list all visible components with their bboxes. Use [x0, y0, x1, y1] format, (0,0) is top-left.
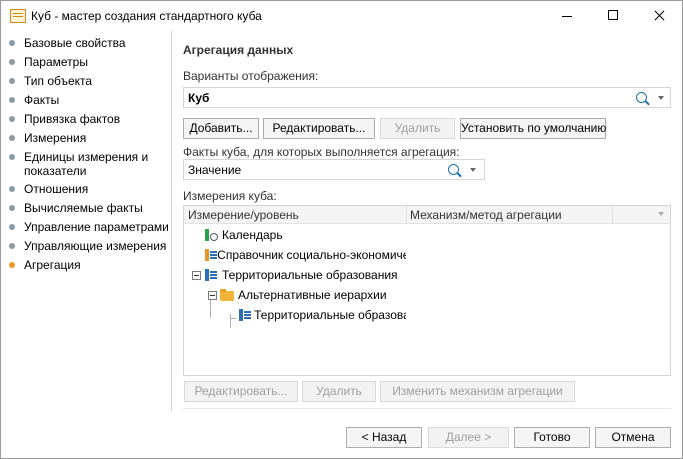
variants-value: Куб: [188, 91, 210, 105]
close-button[interactable]: [636, 1, 682, 31]
step-dimensions[interactable]: Измерения: [9, 131, 86, 145]
grid-header: Измерение/уровень Механизм/метод агрегац…: [184, 206, 670, 224]
cube-app-icon: [10, 9, 26, 23]
step-bullet-icon: [9, 224, 15, 230]
tree-row-calendar[interactable]: Календарь: [204, 226, 406, 244]
step-bullet-icon: [9, 97, 15, 103]
delete-aggregation-button[interactable]: Удалить: [302, 381, 376, 402]
dimensions-label: Измерения куба:: [183, 189, 277, 203]
step-calculated-facts[interactable]: Вычисляемые факты: [9, 201, 143, 215]
tree-row-territories-child[interactable]: Территориальные образования: [238, 306, 406, 324]
set-default-button[interactable]: Установить по умолчанию: [460, 118, 606, 139]
calendar-dimension-icon: [204, 228, 218, 242]
step-parameter-management[interactable]: Управление параметрами: [9, 220, 169, 234]
edit-button[interactable]: Редактировать...: [263, 118, 375, 139]
step-basic-properties[interactable]: Базовые свойства: [9, 36, 126, 50]
finish-button[interactable]: Готово: [514, 427, 590, 448]
sidebar-divider: [171, 31, 172, 411]
minimize-button[interactable]: [544, 1, 590, 31]
column-header-aggregation[interactable]: Механизм/метод агрегации: [410, 208, 562, 222]
footer-divider: [183, 408, 671, 409]
dictionary-icon: [204, 268, 218, 282]
step-active-bullet-icon: [9, 262, 15, 268]
step-units-line1: Единицы измерения и: [24, 150, 149, 164]
step-bullet-icon: [9, 116, 15, 122]
tree-line: [230, 318, 236, 319]
step-bullet-icon: [9, 154, 15, 160]
step-bullet-icon: [9, 59, 15, 65]
facts-combobox[interactable]: Значение: [183, 159, 485, 180]
variants-combobox[interactable]: Куб: [183, 87, 671, 108]
collapse-icon[interactable]: [208, 290, 217, 300]
tree-row-indicators[interactable]: Справочник социально-экономических показ…: [204, 246, 406, 264]
collapse-icon[interactable]: [192, 270, 201, 280]
step-object-type[interactable]: Тип объекта: [9, 74, 92, 88]
change-mechanism-button[interactable]: Изменить механизм агрегации: [380, 381, 575, 402]
delete-button[interactable]: Удалить: [380, 118, 455, 139]
step-bullet-icon: [9, 186, 15, 192]
wizard-window: Куб - мастер создания стандартного куба …: [0, 0, 683, 459]
cancel-button[interactable]: Отмена: [595, 427, 671, 448]
edit-aggregation-button[interactable]: Редактировать...: [184, 381, 298, 402]
step-relations[interactable]: Отношения: [9, 182, 88, 196]
tree-line: [230, 314, 231, 328]
step-units[interactable]: Единицы измерения и показатели: [9, 150, 148, 178]
tree-row-alt-hierarchies[interactable]: Альтернативные иерархии: [208, 286, 406, 304]
section-title: Агрегация данных: [183, 43, 294, 57]
chevron-down-icon[interactable]: [658, 96, 664, 100]
step-bullet-icon: [9, 205, 15, 211]
chevron-down-icon[interactable]: [470, 168, 476, 172]
column-divider[interactable]: [612, 206, 613, 223]
step-bullet-icon: [9, 135, 15, 141]
maximize-button[interactable]: [590, 1, 636, 31]
step-bullet-icon: [9, 78, 15, 84]
step-bullet-icon: [9, 243, 15, 249]
step-fact-binding[interactable]: Привязка фактов: [9, 112, 120, 126]
step-control-dimensions[interactable]: Управляющие измерения: [9, 239, 166, 253]
window-title: Куб - мастер создания стандартного куба: [31, 9, 262, 23]
step-aggregation[interactable]: Агрегация: [9, 258, 81, 272]
facts-label: Факты куба, для которых выполняется агре…: [183, 145, 460, 159]
search-icon[interactable]: [448, 164, 459, 175]
step-facts[interactable]: Факты: [9, 93, 59, 107]
step-parameters[interactable]: Параметры: [9, 55, 88, 69]
wizard-steps-sidebar: Базовые свойства Параметры Тип объекта Ф…: [1, 31, 171, 411]
dictionary-icon: [204, 248, 218, 262]
column-divider[interactable]: [406, 206, 407, 223]
tree-row-territories[interactable]: Территориальные образования: [192, 266, 406, 284]
back-button[interactable]: < Назад: [346, 427, 422, 448]
add-button[interactable]: Добавить...: [183, 118, 259, 139]
dictionary-icon: [238, 308, 252, 322]
search-icon[interactable]: [636, 92, 647, 103]
step-units-line2: показатели: [24, 164, 87, 178]
title-bar: Куб - мастер создания стандартного куба: [1, 1, 682, 31]
step-bullet-icon: [9, 40, 15, 46]
folder-icon: [220, 289, 234, 301]
facts-value: Значение: [188, 163, 242, 177]
column-header-dimension[interactable]: Измерение/уровень: [188, 208, 299, 222]
dimensions-tree-grid[interactable]: Измерение/уровень Механизм/метод агрегац…: [183, 205, 671, 376]
chevron-down-icon[interactable]: [658, 212, 664, 216]
next-button[interactable]: Далее >: [428, 427, 509, 448]
variants-label: Варианты отображения:: [183, 69, 319, 83]
